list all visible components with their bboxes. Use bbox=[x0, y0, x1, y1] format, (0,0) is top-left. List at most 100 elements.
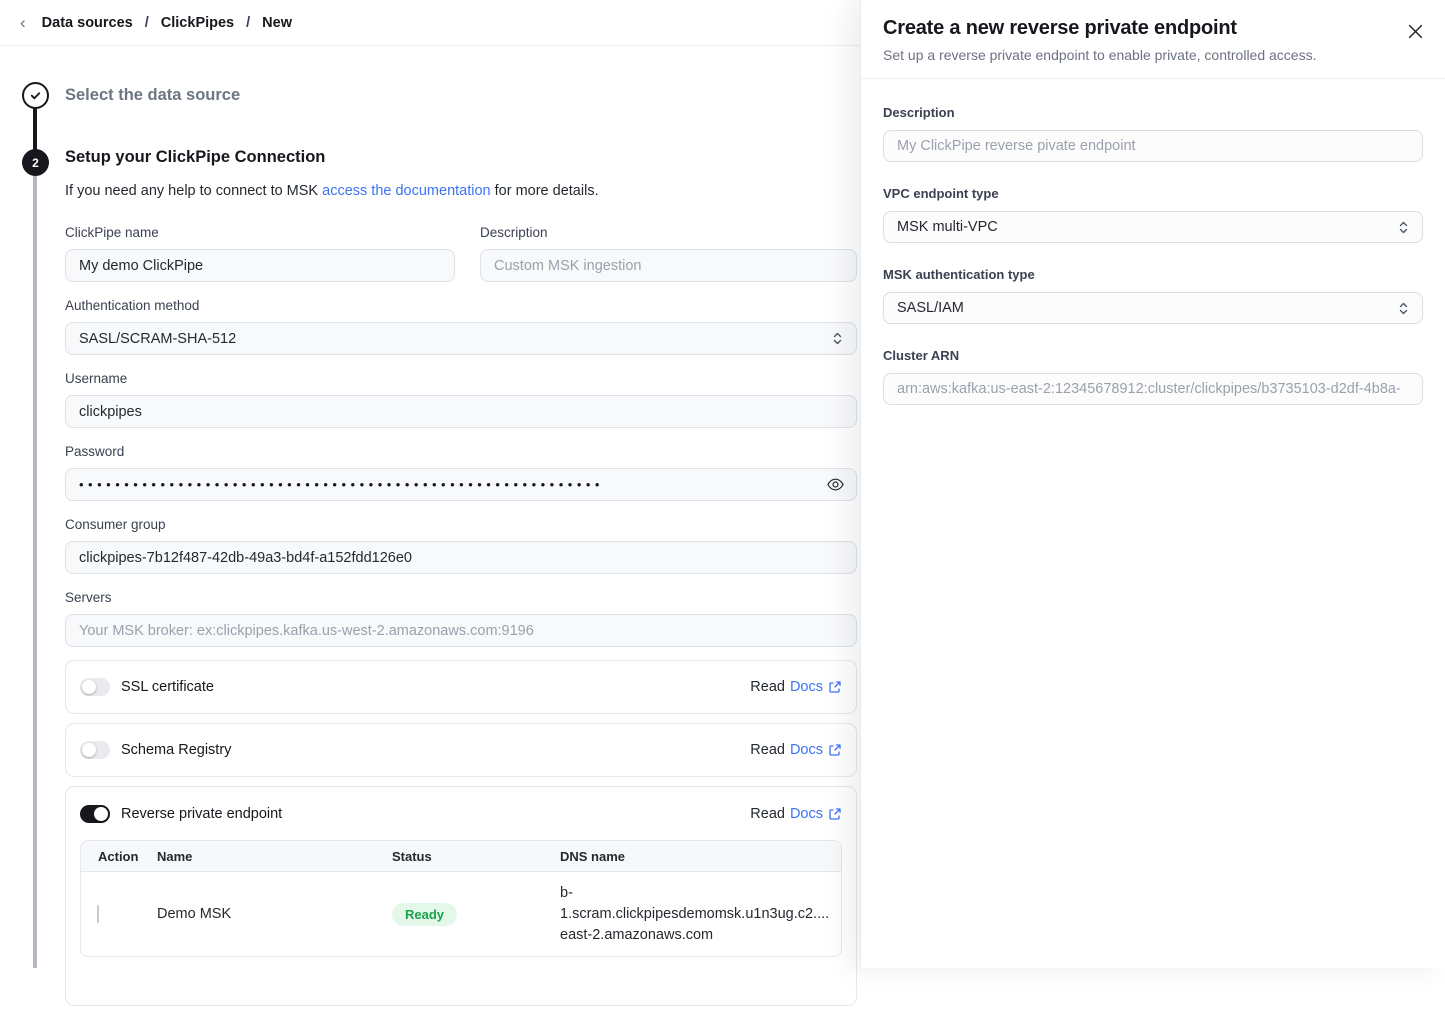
name-description-row: ClickPipe name Description bbox=[65, 225, 857, 298]
column-dns-name: DNS name bbox=[560, 849, 841, 864]
docs-link-text: Docs bbox=[790, 742, 823, 758]
password-input-wrap bbox=[65, 468, 857, 501]
read-text: Read bbox=[750, 742, 785, 758]
ssl-docs: Read Docs bbox=[750, 679, 842, 695]
toggle-knob bbox=[94, 807, 108, 821]
auth-method-value: SASL/SCRAM-SHA-512 bbox=[79, 331, 236, 347]
servers-field: Servers bbox=[65, 590, 857, 647]
consumer-group-input[interactable] bbox=[65, 541, 857, 574]
description-label: Description bbox=[480, 225, 857, 240]
reverse-private-endpoint-toggle[interactable] bbox=[80, 805, 110, 823]
username-label: Username bbox=[65, 371, 857, 386]
endpoint-table-header: Action Name Status DNS name bbox=[81, 841, 841, 872]
column-status: Status bbox=[392, 849, 560, 864]
password-input[interactable] bbox=[65, 468, 857, 501]
password-label: Password bbox=[65, 444, 857, 459]
documentation-link[interactable]: access the documentation bbox=[322, 183, 490, 199]
reverse-endpoint-docs: Read Docs bbox=[750, 806, 842, 822]
check-icon bbox=[29, 89, 42, 102]
app-root: ‹ Data sources / ClickPipes / New Select… bbox=[0, 0, 1445, 968]
docs-link-text: Docs bbox=[790, 806, 823, 822]
docs-link-text: Docs bbox=[790, 679, 823, 695]
consumer-group-field: Consumer group bbox=[65, 517, 857, 574]
description-input[interactable] bbox=[480, 249, 857, 282]
vpc-endpoint-type-select[interactable]: MSK multi-VPC bbox=[883, 211, 1423, 243]
panel-description-field: Description bbox=[883, 105, 1423, 162]
schema-registry-card: Schema Registry Read Docs bbox=[65, 723, 857, 777]
breadcrumb-separator: / bbox=[145, 15, 149, 31]
msk-auth-type-label: MSK authentication type bbox=[883, 267, 1423, 282]
endpoint-name: Demo MSK bbox=[157, 906, 392, 922]
chevron-updown-icon bbox=[1398, 220, 1409, 235]
chevron-updown-icon bbox=[832, 331, 843, 346]
ssl-certificate-card: SSL certificate Read Docs bbox=[65, 660, 857, 714]
breadcrumb-new[interactable]: New bbox=[262, 15, 292, 31]
schema-registry-label: Schema Registry bbox=[121, 742, 231, 758]
auth-method-label: Authentication method bbox=[65, 298, 857, 313]
dns-name-cell: b- 1.scram.clickpipesdemomsk.u1n3ug.c2..… bbox=[560, 883, 841, 946]
step-2-title: Setup your ClickPipe Connection bbox=[65, 148, 857, 167]
schema-registry-docs: Read Docs bbox=[750, 742, 842, 758]
chevron-updown-icon bbox=[1398, 301, 1409, 316]
panel-title: Create a new reverse private endpoint bbox=[883, 17, 1423, 40]
vpc-endpoint-type-field: VPC endpoint type MSK multi-VPC bbox=[883, 186, 1423, 243]
read-text: Read bbox=[750, 679, 785, 695]
toggle-knob bbox=[82, 680, 96, 694]
dns-line: 1.scram.clickpipesdemomsk.u1n3ug.c2.... bbox=[560, 904, 841, 925]
main-content: Setup your ClickPipe Connection If you n… bbox=[65, 148, 857, 1015]
ssl-certificate-toggle[interactable] bbox=[80, 678, 110, 696]
stepper-connector-complete bbox=[33, 107, 37, 151]
panel-body: Description VPC endpoint type MSK multi-… bbox=[861, 79, 1445, 455]
panel-description-input[interactable] bbox=[883, 130, 1423, 162]
panel-description-label: Description bbox=[883, 105, 1423, 120]
auth-method-select[interactable]: SASL/SCRAM-SHA-512 bbox=[65, 322, 857, 355]
create-endpoint-panel: Create a new reverse private endpoint Se… bbox=[860, 0, 1445, 968]
vpc-endpoint-type-value: MSK multi-VPC bbox=[897, 219, 998, 235]
reverse-endpoint-docs-link[interactable]: Docs bbox=[790, 806, 842, 822]
step-1-title: Select the data source bbox=[65, 86, 240, 105]
schema-registry-toggle[interactable] bbox=[80, 741, 110, 759]
msk-auth-type-field: MSK authentication type SASL/IAM bbox=[883, 267, 1423, 324]
description-field: Description bbox=[480, 225, 857, 282]
breadcrumb-clickpipes[interactable]: ClickPipes bbox=[161, 15, 234, 31]
step-2-indicator: 2 bbox=[22, 149, 49, 176]
servers-input[interactable] bbox=[65, 614, 857, 647]
back-chevron-icon[interactable]: ‹ bbox=[20, 14, 26, 31]
servers-label: Servers bbox=[65, 590, 857, 605]
panel-header: Create a new reverse private endpoint Se… bbox=[861, 0, 1445, 79]
help-suffix: for more details. bbox=[491, 183, 599, 199]
dns-line: east-2.amazonaws.com bbox=[560, 925, 841, 946]
password-field: Password bbox=[65, 444, 857, 501]
ssl-docs-link[interactable]: Docs bbox=[790, 679, 842, 695]
dns-line: b- bbox=[560, 883, 841, 904]
clickpipe-name-input[interactable] bbox=[65, 249, 455, 282]
auth-method-field: Authentication method SASL/SCRAM-SHA-512 bbox=[65, 298, 857, 355]
cluster-arn-label: Cluster ARN bbox=[883, 348, 1423, 363]
column-name: Name bbox=[157, 849, 392, 864]
username-field: Username bbox=[65, 371, 857, 428]
consumer-group-label: Consumer group bbox=[65, 517, 857, 532]
vpc-endpoint-type-label: VPC endpoint type bbox=[883, 186, 1423, 201]
cluster-arn-input[interactable] bbox=[883, 373, 1423, 405]
external-link-icon bbox=[828, 680, 842, 694]
step-1-indicator bbox=[22, 82, 49, 109]
breadcrumb-data-sources[interactable]: Data sources bbox=[42, 15, 133, 31]
msk-auth-type-select[interactable]: SASL/IAM bbox=[883, 292, 1423, 324]
row-checkbox[interactable] bbox=[97, 905, 99, 923]
clickpipe-name-label: ClickPipe name bbox=[65, 225, 455, 240]
endpoint-table: Action Name Status DNS name Demo MSK Rea… bbox=[80, 840, 842, 957]
table-row: Demo MSK Ready b- 1.scram.clickpipesdemo… bbox=[81, 872, 841, 956]
eye-icon[interactable] bbox=[826, 475, 845, 494]
username-input[interactable] bbox=[65, 395, 857, 428]
help-text: If you need any help to connect to MSK a… bbox=[65, 183, 857, 199]
ssl-certificate-label: SSL certificate bbox=[121, 679, 214, 695]
msk-auth-type-value: SASL/IAM bbox=[897, 300, 964, 316]
schema-registry-docs-link[interactable]: Docs bbox=[790, 742, 842, 758]
reverse-private-endpoint-card: Reverse private endpoint Read Docs Actio… bbox=[65, 786, 857, 1006]
clickpipe-name-field: ClickPipe name bbox=[65, 225, 455, 282]
column-action: Action bbox=[81, 849, 157, 864]
breadcrumb: Data sources / ClickPipes / New bbox=[42, 15, 292, 31]
stepper-connector-pending bbox=[33, 176, 37, 968]
close-icon[interactable] bbox=[1408, 24, 1424, 40]
reverse-endpoint-toggle-row: Reverse private endpoint Read Docs bbox=[80, 800, 842, 828]
